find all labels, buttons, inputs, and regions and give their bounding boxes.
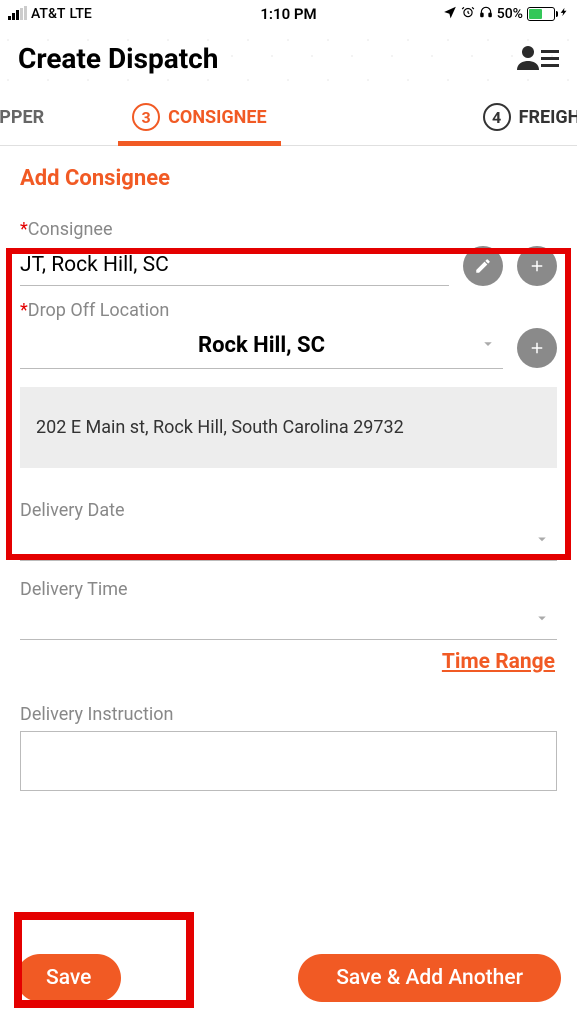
required-mark: *	[20, 219, 28, 240]
section-title: Add Consignee	[0, 146, 577, 209]
delivery-instruction-label: Delivery Instruction	[20, 704, 557, 725]
page-title: Create Dispatch	[18, 42, 218, 75]
required-mark: *	[20, 300, 28, 321]
edit-consignee-button[interactable]	[463, 246, 503, 286]
account-menu-icon[interactable]	[515, 44, 559, 74]
status-time: 1:10 PM	[260, 5, 316, 23]
carrier-label: AT&T	[31, 6, 65, 22]
tab-step-number: 3	[132, 103, 160, 131]
dropoff-select[interactable]: Rock Hill, SC	[20, 327, 503, 369]
dropoff-value: Rock Hill, SC	[198, 333, 325, 358]
add-consignee-button[interactable]	[517, 246, 557, 286]
save-add-another-button[interactable]: Save & Add Another	[298, 954, 561, 1002]
delivery-date-label: Delivery Date	[20, 500, 557, 521]
network-label: LTE	[69, 6, 91, 22]
add-location-button[interactable]	[517, 328, 557, 368]
location-icon	[443, 5, 457, 23]
dropoff-label: *Drop Off Location	[20, 300, 557, 321]
footer-actions: Save Save & Add Another	[0, 940, 577, 1024]
plus-icon	[528, 339, 546, 357]
signal-icon	[8, 8, 27, 20]
chevron-down-icon	[533, 530, 551, 552]
delivery-time-label: Delivery Time	[20, 579, 557, 600]
page-header: Create Dispatch	[0, 28, 577, 91]
delivery-date-select[interactable]	[20, 521, 557, 561]
tab-consignee[interactable]: 3 CONSIGNEE	[118, 91, 280, 145]
status-right: 50%	[443, 5, 569, 23]
consignee-label: *Consignee	[20, 219, 557, 240]
tab-label: IPPER	[0, 107, 44, 128]
time-range-link[interactable]: Time Range	[20, 650, 557, 674]
chevron-down-icon	[479, 334, 497, 356]
tab-freight[interactable]: 4 FREIGHT D	[469, 91, 577, 145]
tab-shipper[interactable]: IPPER	[0, 91, 58, 145]
charging-icon	[559, 5, 569, 23]
consignee-input[interactable]	[20, 247, 449, 286]
alarm-icon	[461, 5, 475, 23]
selected-address: 202 E Main st, Rock Hill, South Carolina…	[20, 387, 557, 468]
save-button[interactable]: Save	[16, 954, 121, 1002]
wizard-tabs: IPPER 3 CONSIGNEE 4 FREIGHT D	[0, 91, 577, 146]
consignee-form: *Consignee *Drop Off Location Rock Hill,…	[0, 209, 577, 791]
pencil-icon	[474, 257, 492, 275]
headphones-icon	[479, 5, 493, 23]
plus-icon	[528, 257, 546, 275]
tab-step-number: 4	[483, 103, 511, 131]
tab-label: FREIGHT D	[519, 107, 577, 128]
tab-label: CONSIGNEE	[168, 107, 266, 128]
delivery-instruction-input[interactable]	[20, 731, 557, 791]
chevron-down-icon	[533, 609, 551, 631]
status-bar: AT&T LTE 1:10 PM 50%	[0, 0, 577, 28]
battery-icon	[527, 7, 555, 21]
status-left: AT&T LTE	[8, 6, 92, 22]
battery-pct: 50%	[497, 6, 523, 22]
delivery-time-select[interactable]	[20, 600, 557, 640]
